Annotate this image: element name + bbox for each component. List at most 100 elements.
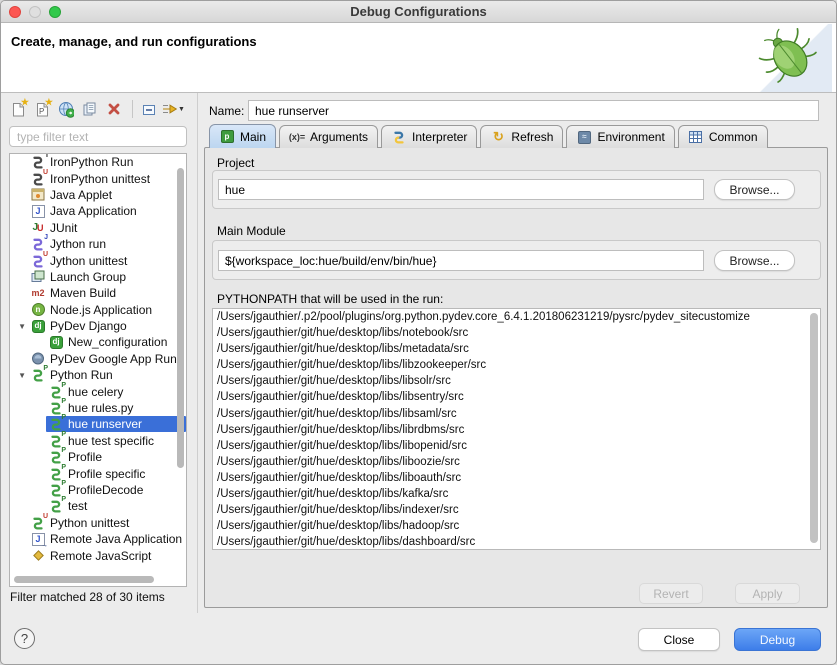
pythonpath-entry[interactable]: /Users/jgauthier/git/hue/desktop/libs/li… xyxy=(213,389,820,405)
main-module-input[interactable] xyxy=(218,250,704,271)
tab-interpreter[interactable]: Interpreter xyxy=(381,125,477,148)
pythonpath-entry[interactable]: /Users/jgauthier/git/hue/desktop/libs/da… xyxy=(213,534,820,550)
minimize-window-icon[interactable] xyxy=(29,6,41,18)
debug-button[interactable]: Debug xyxy=(734,628,821,651)
tree-item-label: JUnit xyxy=(50,221,77,235)
tree-vertical-scrollbar[interactable] xyxy=(177,168,184,468)
tree-item-launch-group[interactable]: Launch Group xyxy=(10,269,186,285)
main-module-browse-button[interactable]: Browse... xyxy=(714,250,795,271)
expand-arrow-icon[interactable]: ▼ xyxy=(18,371,26,380)
pythonpath-entry[interactable]: /Users/jgauthier/git/hue/desktop/libs/li… xyxy=(213,438,820,454)
tab-arguments[interactable]: (x)=Arguments xyxy=(279,125,378,148)
pythonpath-entry[interactable]: /Users/jgauthier/git/hue/desktop/libs/li… xyxy=(213,422,820,438)
tree-item-hue-rules-py[interactable]: Phue rules.py xyxy=(10,400,186,416)
help-button[interactable]: ? xyxy=(14,628,35,649)
delete-button[interactable] xyxy=(103,98,125,120)
panel-divider[interactable] xyxy=(197,93,198,613)
tree-item-python-unittest[interactable]: UPython unittest xyxy=(10,515,186,531)
tree-item-content: djNew_configuration xyxy=(46,334,186,350)
zoom-window-icon[interactable] xyxy=(49,6,61,18)
pythonpath-entry[interactable]: /Users/jgauthier/git/hue/desktop/libs/me… xyxy=(213,341,820,357)
close-window-icon[interactable] xyxy=(9,6,21,18)
ironpython-unittest-icon: U xyxy=(30,172,46,186)
revert-button[interactable]: Revert xyxy=(639,583,703,604)
tree-item-ironpython-run[interactable]: IIronPython Run xyxy=(10,154,186,170)
tree-item-hue-celery[interactable]: Phue celery xyxy=(10,383,186,399)
export-configurations-button[interactable] xyxy=(55,98,77,120)
tab-label: Main xyxy=(240,130,266,144)
tree-item-jython-run[interactable]: JJython run xyxy=(10,236,186,252)
pythonpath-entry[interactable]: /Users/jgauthier/git/hue/desktop/libs/in… xyxy=(213,502,820,518)
tree-item-profile[interactable]: PProfile xyxy=(10,449,186,465)
main-module-label: Main Module xyxy=(217,224,286,238)
tab-refresh[interactable]: ↻Refresh xyxy=(480,125,563,148)
tree-item-label: ProfileDecode xyxy=(68,483,143,497)
title-bar[interactable]: Debug Configurations xyxy=(1,1,836,23)
pythonpath-entry[interactable]: /Users/jgauthier/git/hue/desktop/libs/li… xyxy=(213,357,820,373)
pythonpath-entry[interactable]: /Users/jgauthier/git/hue/desktop/libs/li… xyxy=(213,454,820,470)
tree-item-label: Java Application xyxy=(50,204,137,218)
new-configuration-button[interactable]: ★ xyxy=(7,98,29,120)
pythonpath-entry[interactable]: /Users/jgauthier/git/hue/desktop/libs/li… xyxy=(213,373,820,389)
pydev-django-icon: dj xyxy=(30,319,46,333)
tree-horizontal-scrollbar[interactable] xyxy=(14,576,154,583)
tab-main[interactable]: p Main xyxy=(209,124,276,148)
window-title: Debug Configurations xyxy=(350,4,487,19)
expand-arrow-icon[interactable]: ▼ xyxy=(18,322,26,331)
tab-main-icon: p xyxy=(219,130,235,144)
tree-item-maven-build[interactable]: m2Maven Build xyxy=(10,285,186,301)
pythonpath-entry[interactable]: /Users/jgauthier/git/hue/desktop/libs/li… xyxy=(213,406,820,422)
tree-item-label: Profile xyxy=(68,450,102,464)
filter-input[interactable] xyxy=(9,126,187,147)
name-input[interactable] xyxy=(248,100,819,121)
python-run-child-icon: P xyxy=(48,401,64,415)
pythonpath-entry[interactable]: /Users/jgauthier/.p2/pool/plugins/org.py… xyxy=(213,309,820,325)
tree-item-label: test xyxy=(68,499,87,513)
tree-item-java-application[interactable]: J Java Application xyxy=(10,203,186,219)
project-browse-button[interactable]: Browse... xyxy=(714,179,795,200)
project-input[interactable] xyxy=(218,179,704,200)
pythonpath-entry[interactable]: /Users/jgauthier/git/hue/desktop/libs/li… xyxy=(213,470,820,486)
name-label: Name: xyxy=(209,104,244,118)
tree-item-node-js-application[interactable]: nNode.js Application xyxy=(10,302,186,318)
java-application-icon: J xyxy=(30,204,46,218)
pythonpath-entry[interactable]: /Users/jgauthier/git/hue/desktop/libs/no… xyxy=(213,325,820,341)
tree-item-test[interactable]: Ptest xyxy=(10,498,186,514)
apply-button[interactable]: Apply xyxy=(735,583,800,604)
tree-item-content: Remote JavaScript xyxy=(28,548,186,564)
tree-item-hue-runserver[interactable]: Phue runserver xyxy=(10,416,186,432)
tree-item-content: m2Maven Build xyxy=(28,285,186,301)
tree-item-ironpython-unittest[interactable]: UIronPython unittest xyxy=(10,170,186,186)
tree-item-hue-test-specific[interactable]: Phue test specific xyxy=(10,433,186,449)
tree-item-remote-java-application[interactable]: J→Remote Java Application xyxy=(10,531,186,547)
tree-item-jython-unittest[interactable]: UJython unittest xyxy=(10,252,186,268)
pythonpath-entry[interactable]: /Users/jgauthier/git/hue/desktop/libs/ha… xyxy=(213,518,820,534)
collapse-all-button[interactable] xyxy=(138,98,160,120)
tree-item-label: Launch Group xyxy=(50,270,126,284)
tree-item-pydev-google-app-run[interactable]: PyDev Google App Run xyxy=(10,351,186,367)
pythonpath-scrollbar[interactable] xyxy=(810,313,818,543)
pythonpath-list[interactable]: /Users/jgauthier/.p2/pool/plugins/org.py… xyxy=(212,308,821,550)
close-button[interactable]: Close xyxy=(638,628,720,651)
tab-python-icon xyxy=(391,130,407,144)
remote-java-icon: J→ xyxy=(30,532,46,546)
new-prototype-button[interactable]: P★ xyxy=(31,98,53,120)
tree-item-python-run[interactable]: ▼PPython Run xyxy=(10,367,186,383)
python-run-child-icon: P xyxy=(48,499,64,513)
filter-button[interactable]: ▼ xyxy=(162,98,184,120)
tree-item-content: Ptest xyxy=(46,498,186,514)
tree-item-remote-javascript[interactable]: Remote JavaScript xyxy=(10,547,186,563)
tree-item-junit[interactable]: JUJUnit xyxy=(10,220,186,236)
tree-item-content: Java Applet xyxy=(28,187,186,203)
tree-item-pydev-django[interactable]: ▼djPyDev Django xyxy=(10,318,186,334)
tree-item-profiledecode[interactable]: PProfileDecode xyxy=(10,482,186,498)
pythonpath-entry[interactable]: /Users/jgauthier/git/hue/desktop/libs/ka… xyxy=(213,486,820,502)
banner-title: Create, manage, and run configurations xyxy=(11,34,257,49)
tree-item-new-configuration[interactable]: djNew_configuration xyxy=(10,334,186,350)
tree-item-label: Profile specific xyxy=(68,467,145,481)
duplicate-button[interactable] xyxy=(79,98,101,120)
tab-common[interactable]: Common xyxy=(678,125,768,148)
tab-environment[interactable]: ≈Environment xyxy=(566,125,674,148)
tree-item-profile-specific[interactable]: PProfile specific xyxy=(10,465,186,481)
tree-item-java-applet[interactable]: Java Applet xyxy=(10,187,186,203)
